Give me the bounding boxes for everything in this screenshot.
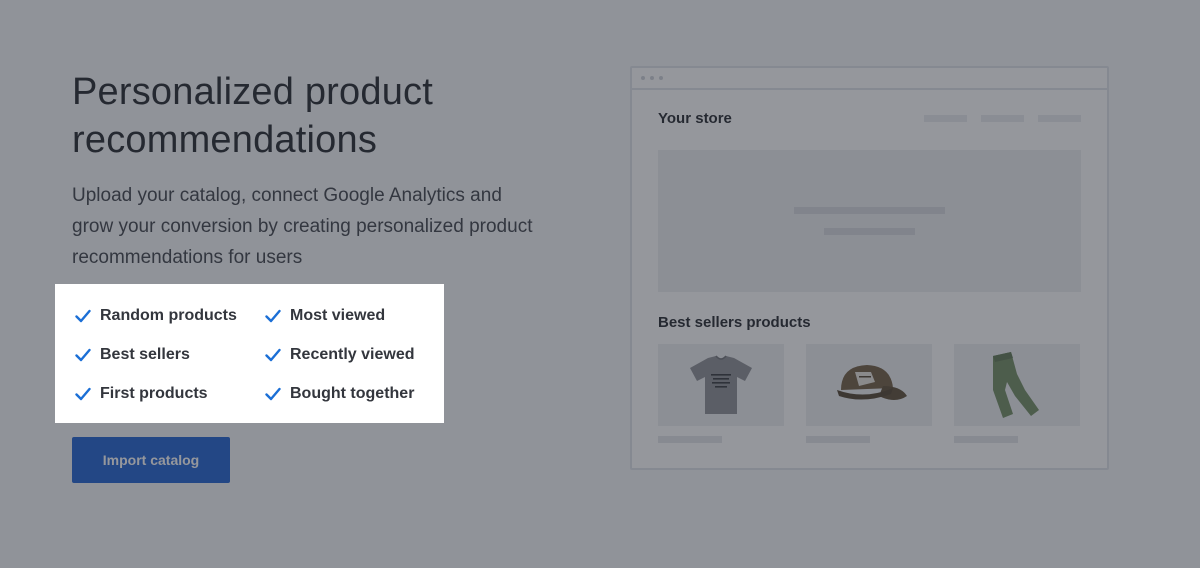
window-dot [641, 76, 645, 80]
product-image [658, 344, 784, 426]
banner-text-placeholder [794, 207, 945, 214]
store-banner-placeholder [658, 150, 1081, 292]
product-image [954, 344, 1080, 426]
product-image [806, 344, 932, 426]
feature-item: Best sellers [75, 335, 265, 374]
feature-label: Best sellers [100, 345, 190, 363]
nav-placeholder [924, 115, 967, 122]
product-caption-placeholder [658, 436, 722, 443]
check-icon [265, 309, 281, 322]
store-title: Your store [658, 110, 732, 127]
best-sellers-title: Best sellers products [658, 314, 811, 331]
feature-item: First products [75, 374, 265, 413]
product-caption-placeholder [954, 436, 1018, 443]
feature-item: Bought together [265, 374, 435, 413]
store-nav-placeholder [924, 115, 1081, 122]
check-icon [265, 348, 281, 361]
pants-icon [993, 352, 1039, 418]
feature-label: Bought together [290, 384, 415, 402]
feature-label: First products [100, 384, 208, 402]
check-icon [75, 309, 91, 322]
feature-label: Random products [100, 306, 237, 324]
feature-item: Most viewed [265, 296, 435, 335]
window-titlebar [632, 68, 1107, 90]
window-dot [650, 76, 654, 80]
cap-icon [837, 365, 907, 400]
store-preview-window: Your store Best sellers products [630, 66, 1109, 470]
feature-list: Random products Most viewed Best sellers… [75, 296, 435, 413]
product-caption-placeholder [806, 436, 870, 443]
check-icon [75, 387, 91, 400]
tshirt-icon [690, 355, 752, 414]
feature-label: Most viewed [290, 306, 386, 324]
nav-placeholder [1038, 115, 1081, 122]
nav-placeholder [981, 115, 1024, 122]
feature-item: Recently viewed [265, 335, 435, 374]
feature-item: Random products [75, 296, 265, 335]
check-icon [265, 387, 281, 400]
check-icon [75, 348, 91, 361]
banner-text-placeholder [824, 228, 915, 235]
product-card [658, 344, 784, 443]
product-card [806, 344, 932, 443]
window-dot [659, 76, 663, 80]
page-title: Personalized product recommendations [72, 71, 433, 161]
import-catalog-button[interactable]: Import catalog [72, 437, 230, 483]
feature-label: Recently viewed [290, 345, 415, 363]
feature-list-highlight: Random products Most viewed Best sellers… [55, 284, 444, 423]
product-card [954, 344, 1080, 443]
page-description: Upload your catalog, connect Google Anal… [72, 185, 533, 268]
